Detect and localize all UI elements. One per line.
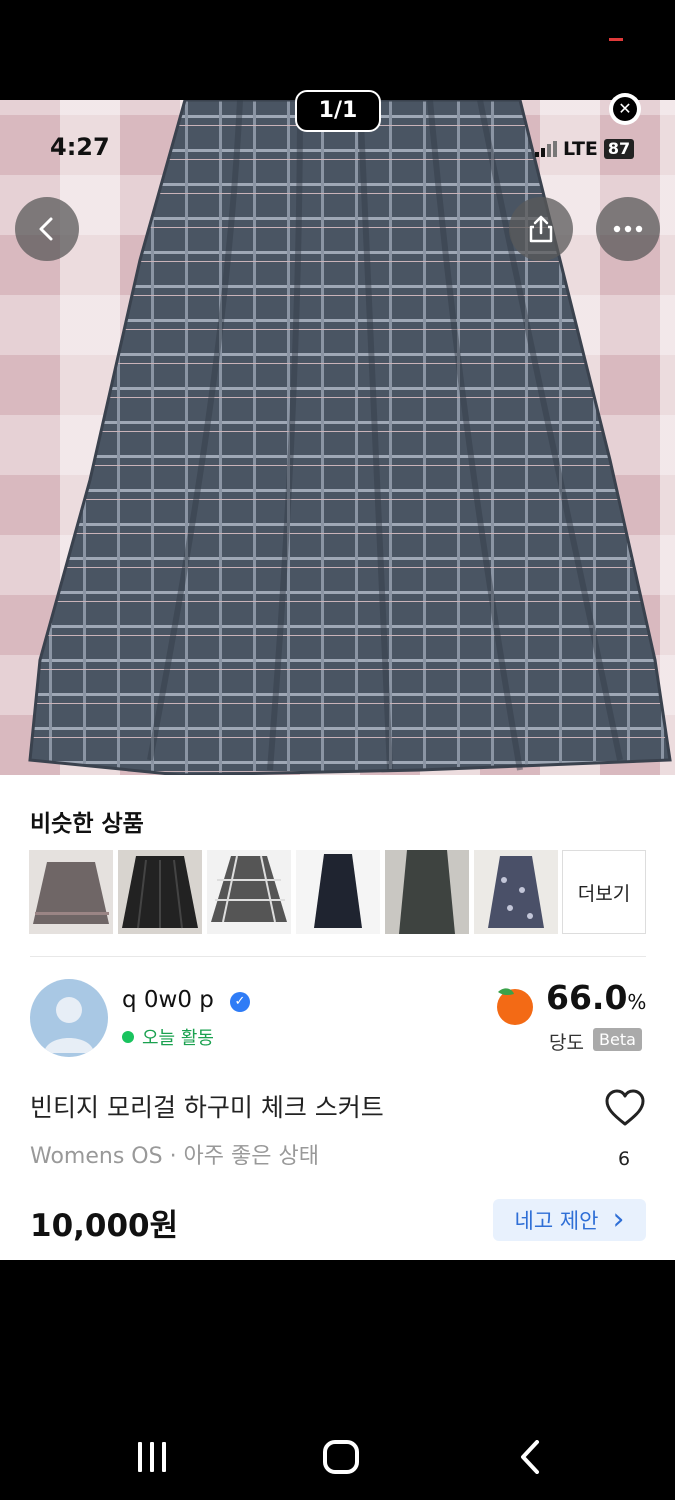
- seller-avatar[interactable]: [30, 979, 108, 1057]
- skirt-thumb-icon: [207, 850, 291, 934]
- avatar-icon: [44, 997, 94, 1053]
- product-price: 10,000원: [30, 1208, 179, 1244]
- home-icon: [323, 1440, 359, 1474]
- similar-thumb-1[interactable]: [29, 850, 113, 934]
- share-button[interactable]: [509, 197, 573, 261]
- battery-icon: 87: [603, 139, 635, 159]
- similar-thumb-3[interactable]: [207, 850, 291, 934]
- recent-apps-button[interactable]: [132, 1440, 172, 1474]
- signal-icon: [535, 141, 557, 157]
- product-photo[interactable]: [0, 100, 675, 775]
- heart-icon[interactable]: [604, 1088, 646, 1128]
- offer-button[interactable]: 네고 제안 ›: [493, 1199, 646, 1241]
- close-icon: ✕: [613, 97, 637, 121]
- back-icon: [521, 1440, 539, 1474]
- chevron-right-icon: ›: [612, 1202, 625, 1237]
- more-options-button[interactable]: [596, 197, 660, 261]
- skirt-thumb-icon: [296, 850, 380, 934]
- skirt-thumb-icon: [474, 850, 558, 934]
- verified-badge-icon: ✓: [230, 992, 250, 1012]
- product-title: 빈티지 모리걸 하구미 체크 스커트: [30, 1093, 384, 1122]
- rating-value: 66.0%: [546, 978, 647, 1017]
- divider: [30, 956, 646, 957]
- seller-nickname[interactable]: q 0w0 p: [122, 987, 214, 1013]
- more-similar-button[interactable]: 더보기: [562, 850, 646, 934]
- home-button[interactable]: [321, 1440, 361, 1474]
- more-dots-icon: [613, 225, 643, 233]
- image-counter: 1/1: [295, 90, 381, 132]
- similar-thumb-6[interactable]: [474, 850, 558, 934]
- similar-thumb-2[interactable]: [118, 850, 202, 934]
- top-bar: [0, 0, 675, 100]
- share-icon: [529, 215, 553, 243]
- similar-products-title: 비슷한 상품: [30, 811, 144, 837]
- activity-text: 오늘 활동: [142, 1028, 214, 1049]
- status-time: 4:27: [50, 133, 110, 161]
- skirt-thumb-icon: [118, 850, 202, 934]
- product-meta: Womens OS · 아주 좋은 상태: [30, 1144, 319, 1169]
- similar-thumb-5[interactable]: [385, 850, 469, 934]
- beta-badge: Beta: [593, 1028, 642, 1051]
- online-dot-icon: [122, 1031, 134, 1043]
- fruit-icon: [497, 988, 533, 1025]
- like-count: 6: [618, 1148, 631, 1170]
- skirt-thumb-icon: [29, 850, 113, 934]
- skirt-image: [28, 100, 672, 775]
- back-button[interactable]: [15, 197, 79, 261]
- status-indicators: LTE 87: [535, 138, 635, 160]
- similar-thumb-4[interactable]: [296, 850, 380, 934]
- recent-apps-icon: [138, 1442, 166, 1472]
- indicator-dash: [609, 38, 623, 41]
- network-label: LTE: [563, 138, 598, 160]
- skirt-thumb-icon: [385, 850, 469, 934]
- close-button[interactable]: ✕: [609, 93, 641, 125]
- rating-label: 당도: [549, 1032, 584, 1054]
- seller-activity: 오늘 활동: [122, 1024, 214, 1050]
- chevron-left-icon: [39, 217, 53, 241]
- nav-back-button[interactable]: [515, 1440, 545, 1474]
- offer-label: 네고 제안: [514, 1209, 599, 1233]
